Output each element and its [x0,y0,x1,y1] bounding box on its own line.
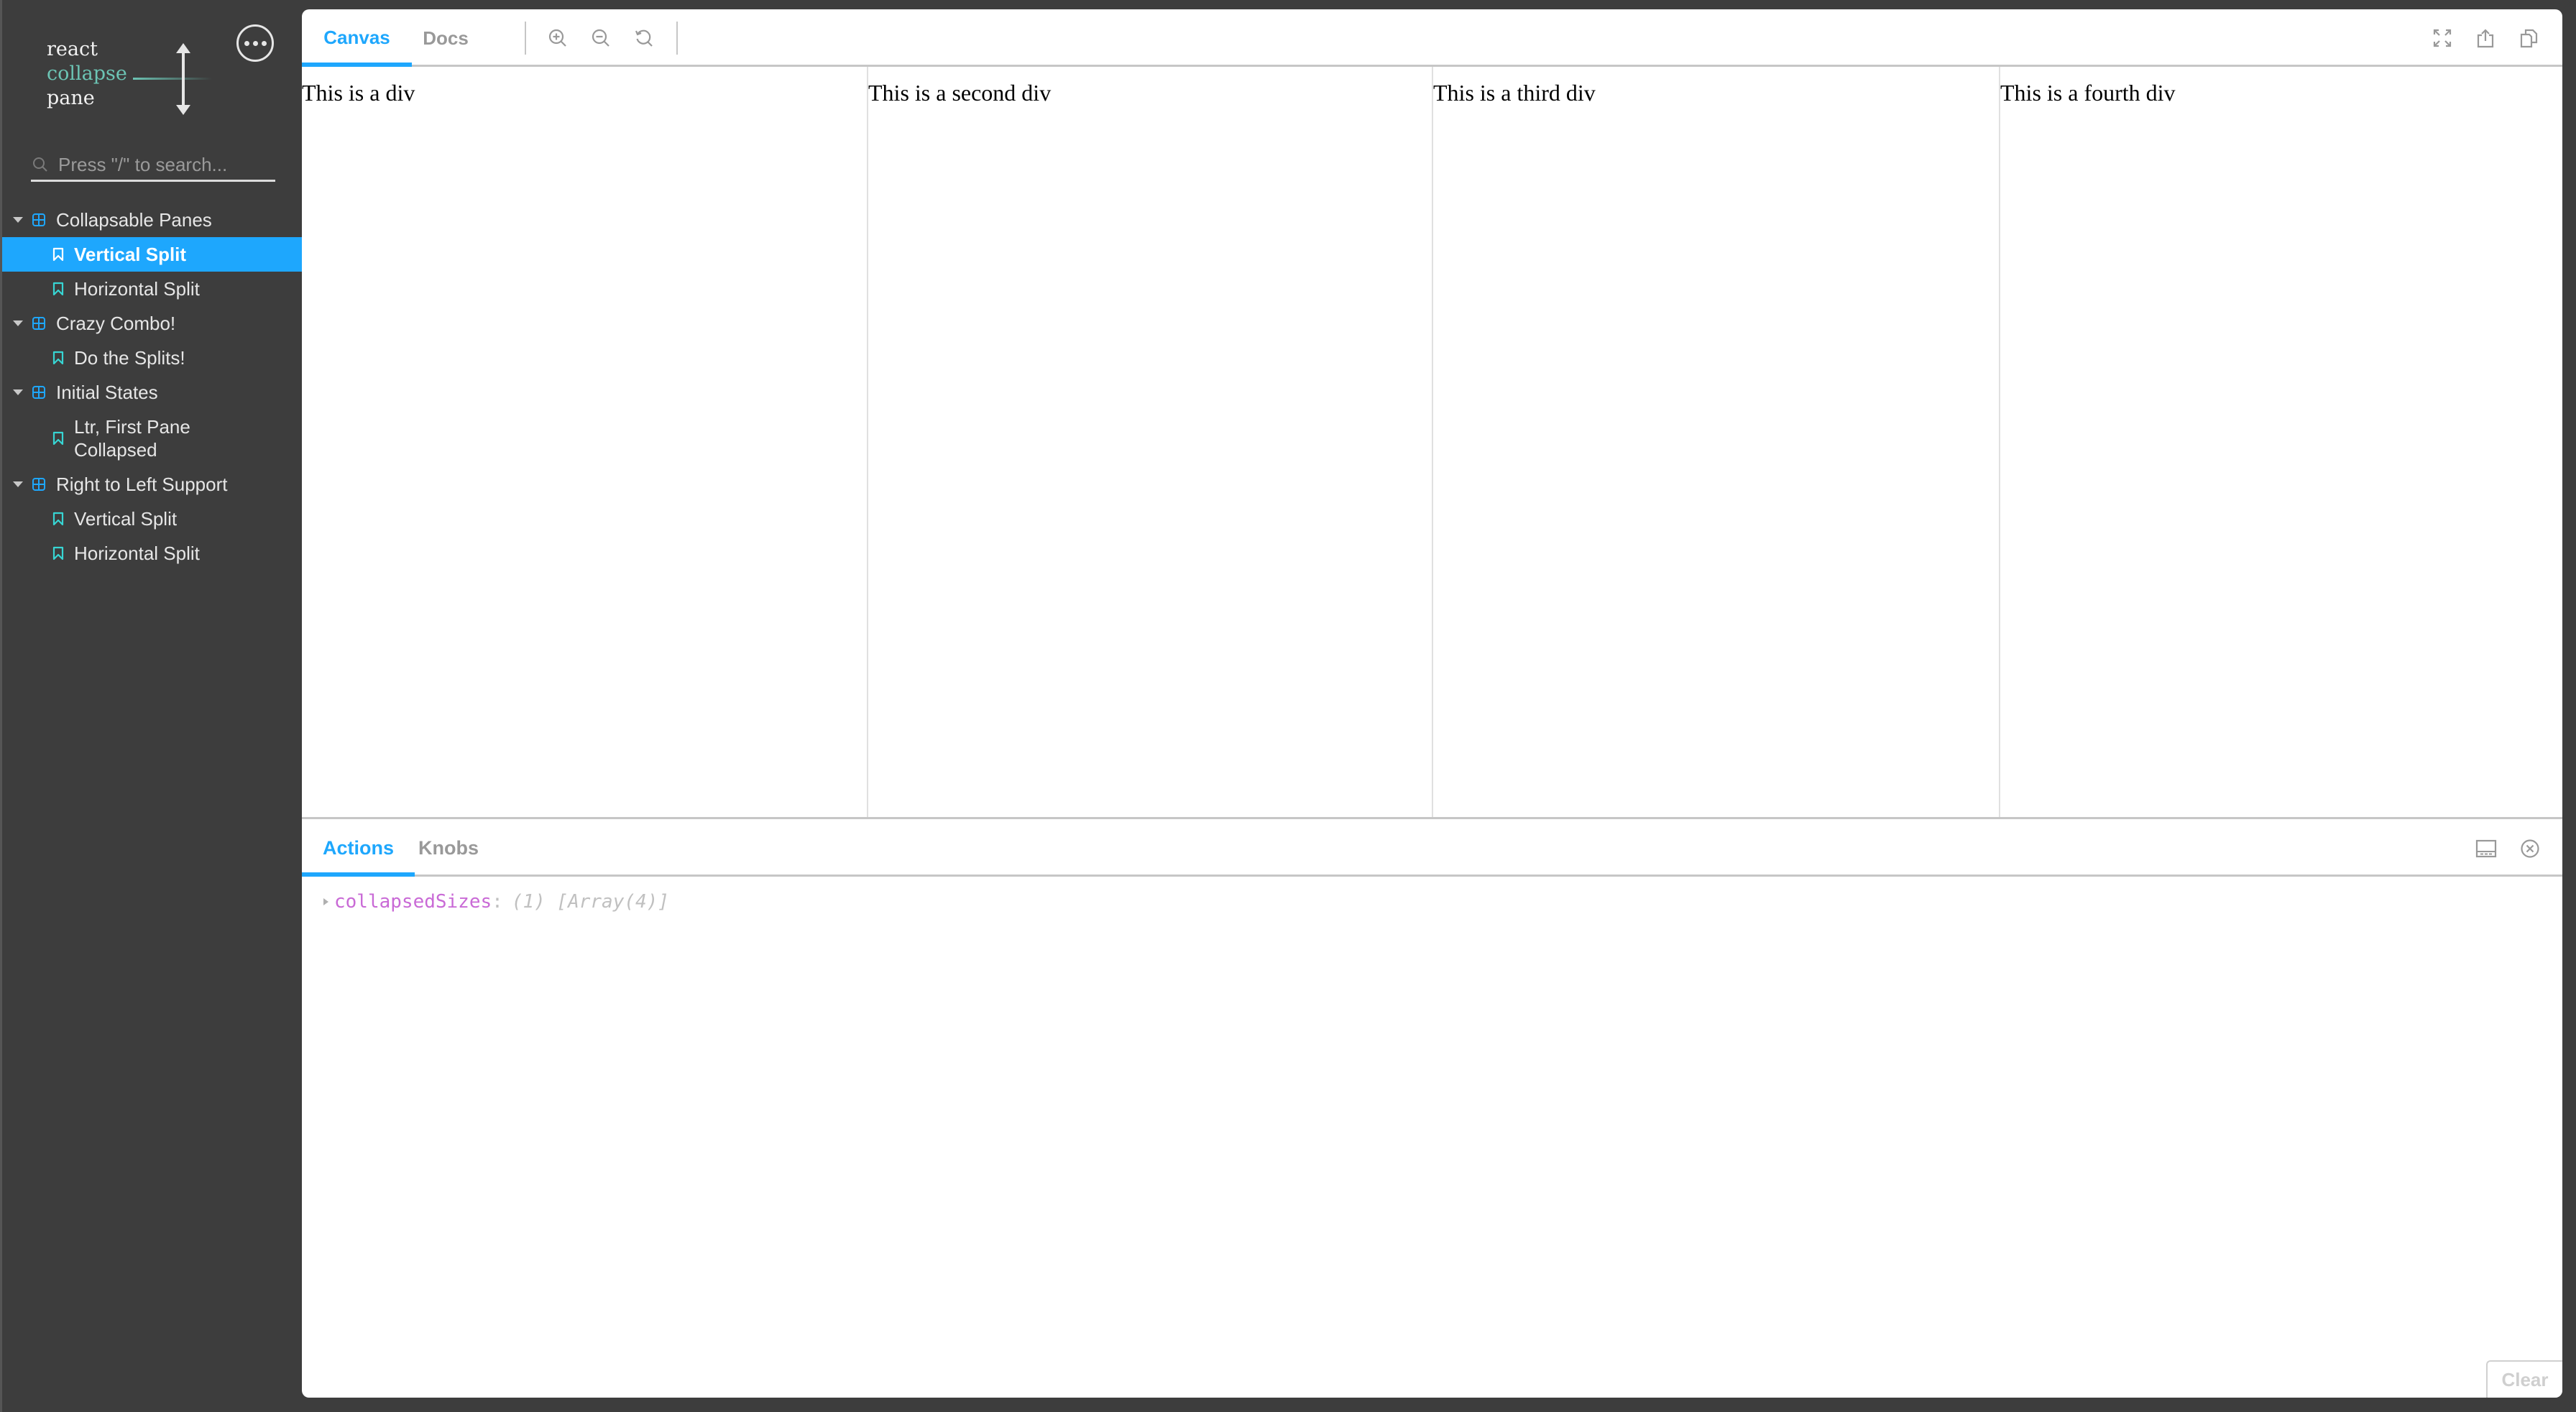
zoom-out-icon [592,29,610,47]
tree-group-label: Collapsable Panes [56,208,212,231]
share-icon [2477,29,2494,48]
tree-group-right-to-left-support[interactable]: Right to Left Support [2,467,304,502]
tree-story-label: Ltr, First Pane Collapsed [74,415,190,461]
caret-down-icon [13,389,23,395]
component-icon [32,317,45,330]
logo-split-icon [133,43,212,115]
search-input[interactable] [58,153,259,176]
fullscreen-button[interactable] [2429,25,2455,51]
more-dot-icon [252,40,258,46]
pane-4: This is a fourth div [1999,67,2562,817]
tree-story-horizontal-split[interactable]: Horizontal Split [2,272,304,306]
more-options-button[interactable] [236,24,274,62]
caret-down-icon [13,217,23,223]
preview-toolbar: Canvas Docs [302,9,2562,67]
zoom-in-button[interactable] [545,25,571,51]
reset-zoom-icon [635,29,653,47]
sidebar: react collapse pane Press "/" to search.… [0,0,304,1412]
more-dot-icon [244,40,249,46]
tree-group-label: Initial States [56,381,158,403]
tree-story-label-line2: Collapsed [74,439,157,461]
panel-bottom-icon [2475,839,2497,858]
tree-story-rtl-horizontal-split[interactable]: Horizontal Split [2,536,304,571]
search-field[interactable] [31,149,275,182]
preview-panel: Canvas Docs This is a div This is a seco… [302,9,2562,1398]
story-tree: Collapsable Panes Vertical Split Horizon… [2,203,304,571]
tab-docs[interactable]: Docs [412,9,479,67]
bookmark-icon [52,351,64,365]
component-icon [32,386,45,399]
tree-group-initial-states[interactable]: Initial States [2,375,304,410]
pane-text: This is a fourth div [2000,80,2176,106]
caret-down-icon [13,481,23,487]
pane-3: This is a third div [1432,67,1999,817]
search-icon [33,157,47,172]
tree-group-crazy-combo[interactable]: Crazy Combo! [2,306,304,341]
bookmark-icon [52,247,64,262]
tree-group-label: Right to Left Support [56,473,228,495]
tree-story-label: Do the Splits! [74,346,185,369]
pane-text: This is a div [302,80,415,106]
clear-button[interactable]: Clear [2486,1360,2562,1398]
copy-icon [2520,29,2538,48]
tree-story-label: Horizontal Split [74,277,200,300]
more-dot-icon [261,40,267,46]
action-value: (1) [Array(4)] [511,891,669,913]
pane-1: This is a div [302,67,868,817]
addons-tabbar: Actions Knobs [302,819,2562,877]
pane-text: This is a second div [868,80,1052,106]
bookmark-icon [52,431,64,446]
bookmark-icon [52,546,64,560]
tree-group-label: Crazy Combo! [56,312,176,334]
toolbar-divider [525,22,526,55]
toolbar-divider [676,22,678,55]
addons-panel: Actions Knobs collapsedSizes : (1) [Arra… [302,817,2562,1398]
zoom-in-icon [548,29,566,47]
tree-story-label: Vertical Split [74,507,178,530]
tree-group-collapsable-panes[interactable]: Collapsable Panes [2,203,304,237]
caret-down-icon [13,320,23,326]
tab-actions[interactable]: Actions [302,819,415,877]
tree-story-label: Horizontal Split [74,542,200,564]
fullscreen-icon [2433,29,2452,47]
tree-story-ltr-first-pane-collapsed[interactable]: Ltr, First Pane Collapsed [2,410,304,467]
component-icon [32,213,45,226]
tab-canvas[interactable]: Canvas [302,9,412,67]
pane-text: This is a third div [1433,80,1596,106]
bookmark-icon [52,512,64,526]
action-log-entry[interactable]: collapsedSizes : (1) [Array(4)] [323,891,669,913]
panel-position-button[interactable] [2474,836,2498,861]
tree-story-do-the-splits[interactable]: Do the Splits! [2,341,304,375]
expand-triangle-icon[interactable] [323,898,328,905]
component-icon [32,478,45,491]
pane-2: This is a second div [867,67,1432,817]
tree-story-label: Vertical Split [74,243,187,265]
action-key: collapsedSizes [334,891,492,913]
tree-story-rtl-vertical-split[interactable]: Vertical Split [2,502,304,536]
close-panel-button[interactable] [2518,836,2542,861]
share-button[interactable] [2472,25,2498,51]
copy-button[interactable] [2516,25,2542,51]
zoom-out-button[interactable] [588,25,614,51]
close-icon [2521,839,2539,858]
tab-knobs[interactable]: Knobs [415,819,482,877]
tree-story-vertical-split[interactable]: Vertical Split [2,237,304,272]
reset-zoom-button[interactable] [631,25,657,51]
action-colon: : [492,891,503,913]
bookmark-icon [52,282,64,296]
story-canvas: This is a div This is a second div This … [302,67,2562,817]
tree-story-label-line1: Ltr, First Pane [74,416,190,438]
logo[interactable]: react collapse pane [47,37,219,124]
